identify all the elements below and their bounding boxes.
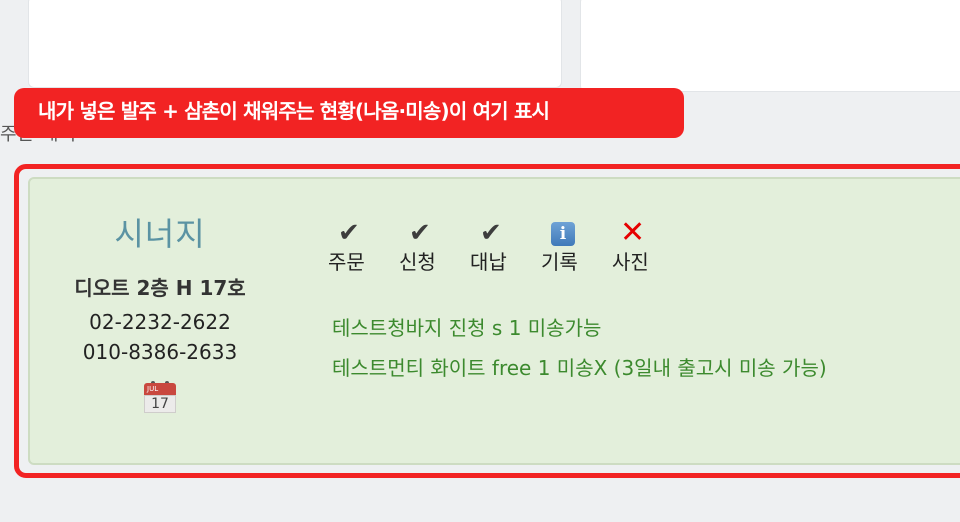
annotation-callout: 내가 넣은 발주 + 삼촌이 채워주는 현황(나옴·미송)이 여기 표시 [14, 88, 684, 138]
status-payment[interactable]: ✔ 대납 [470, 218, 541, 276]
order-item[interactable]: 테스트청바지 진청 s 1 미송가능 [332, 308, 827, 348]
calendar-icon[interactable]: JUL 17 [144, 381, 176, 413]
status-label: 신청 [399, 250, 436, 274]
info-icon-box: i [551, 221, 575, 246]
top-left-panel [28, 0, 562, 88]
status-request[interactable]: ✔ 신청 [399, 218, 470, 276]
status-row: ✔ 주문 ✔ 신청 ✔ 대납 i 기록 ✕ 사진 [328, 218, 683, 276]
calendar-month: JUL [144, 383, 176, 395]
status-label: 대납 [470, 250, 507, 274]
status-photo[interactable]: ✕ 사진 [612, 218, 683, 276]
top-right-panel [580, 0, 960, 92]
status-label: 주문 [328, 250, 365, 274]
order-item[interactable]: 테스트먼티 화이트 free 1 미송X (3일내 출고시 미송 가능) [332, 348, 827, 388]
vendor-location: 디오트 2층 H 17호 [74, 276, 246, 300]
info-icon[interactable]: i [541, 218, 612, 248]
check-icon: ✔ [409, 218, 431, 248]
vendor-info: 시너지 디오트 2층 H 17호 02-2232-2622 010-8386-2… [60, 212, 260, 417]
order-items: 테스트청바지 진청 s 1 미송가능 테스트먼티 화이트 free 1 미송X … [332, 308, 827, 388]
status-label: 기록 [541, 250, 578, 274]
calendar-day: 17 [144, 395, 176, 413]
page: 주문 내역 내가 넣은 발주 + 삼촌이 채워주는 현황(나옴·미송)이 여기 … [0, 0, 960, 522]
vendor-phone[interactable]: 02-2232-2622 [60, 307, 260, 337]
cross-icon: ✕ [620, 215, 646, 250]
vendor-mobile[interactable]: 010-8386-2633 [60, 337, 260, 367]
status-label: 사진 [612, 250, 649, 274]
status-record[interactable]: i 기록 [541, 218, 612, 276]
check-icon: ✔ [338, 218, 360, 248]
status-order[interactable]: ✔ 주문 [328, 218, 399, 276]
vendor-name[interactable]: 시너지 [60, 212, 260, 256]
check-icon: ✔ [480, 218, 502, 248]
